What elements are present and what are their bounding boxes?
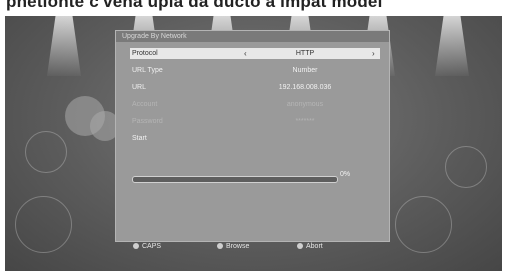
decor-circle [25,131,67,173]
decor-circle [395,196,452,253]
url-row[interactable]: URL 192.168.008.036 [130,82,380,93]
protocol-row[interactable]: Protocol ‹ HTTP › [130,48,380,59]
password-row[interactable]: Password ******* [130,116,380,127]
account-row[interactable]: Account anonymous [130,99,380,110]
color-key-icon [217,243,223,249]
color-key-icon [297,243,303,249]
caption-bar: pnetionte c'vena upia da ducto a impat m… [0,0,508,16]
account-value: anonymous [286,101,324,108]
browse-hint-label: Browse [226,243,250,250]
start-row[interactable]: Start [130,133,380,144]
url-type-label: URL Type [132,67,163,74]
caps-hint[interactable]: CAPS [133,241,161,253]
caption-text: pnetionte c'vena upia da ducto a impat m… [6,0,383,11]
caps-hint-label: CAPS [142,243,162,250]
abort-hint-label: Abort [306,243,323,250]
start-label: Start [132,135,147,142]
url-value: 192.168.008.036 [278,84,332,91]
password-label: Password [132,118,163,125]
protocol-label: Protocol [132,50,158,57]
decor-circle [15,196,72,253]
url-type-row[interactable]: URL Type Number [130,65,380,76]
color-key-icon [133,243,139,249]
spotlight [435,16,469,76]
upgrade-dialog: Upgrade By Network Protocol ‹ HTTP › URL… [115,30,390,242]
password-value: ******* [295,118,315,125]
progress-bar [132,176,338,183]
account-label: Account [132,101,158,108]
spotlight [47,16,81,76]
url-type-value: Number [292,67,318,74]
left-arrow-icon[interactable]: ‹ [244,48,247,59]
protocol-value: HTTP [295,50,315,57]
footer-hints: CAPS Browse Abort [125,241,380,253]
right-arrow-icon[interactable]: › [372,48,375,59]
url-label: URL [132,84,147,91]
abort-hint[interactable]: Abort [297,241,323,253]
browse-hint[interactable]: Browse [217,241,249,253]
progress-percent: 0% [340,171,351,178]
dialog-title: Upgrade By Network [116,31,389,42]
decor-circle [445,146,487,188]
